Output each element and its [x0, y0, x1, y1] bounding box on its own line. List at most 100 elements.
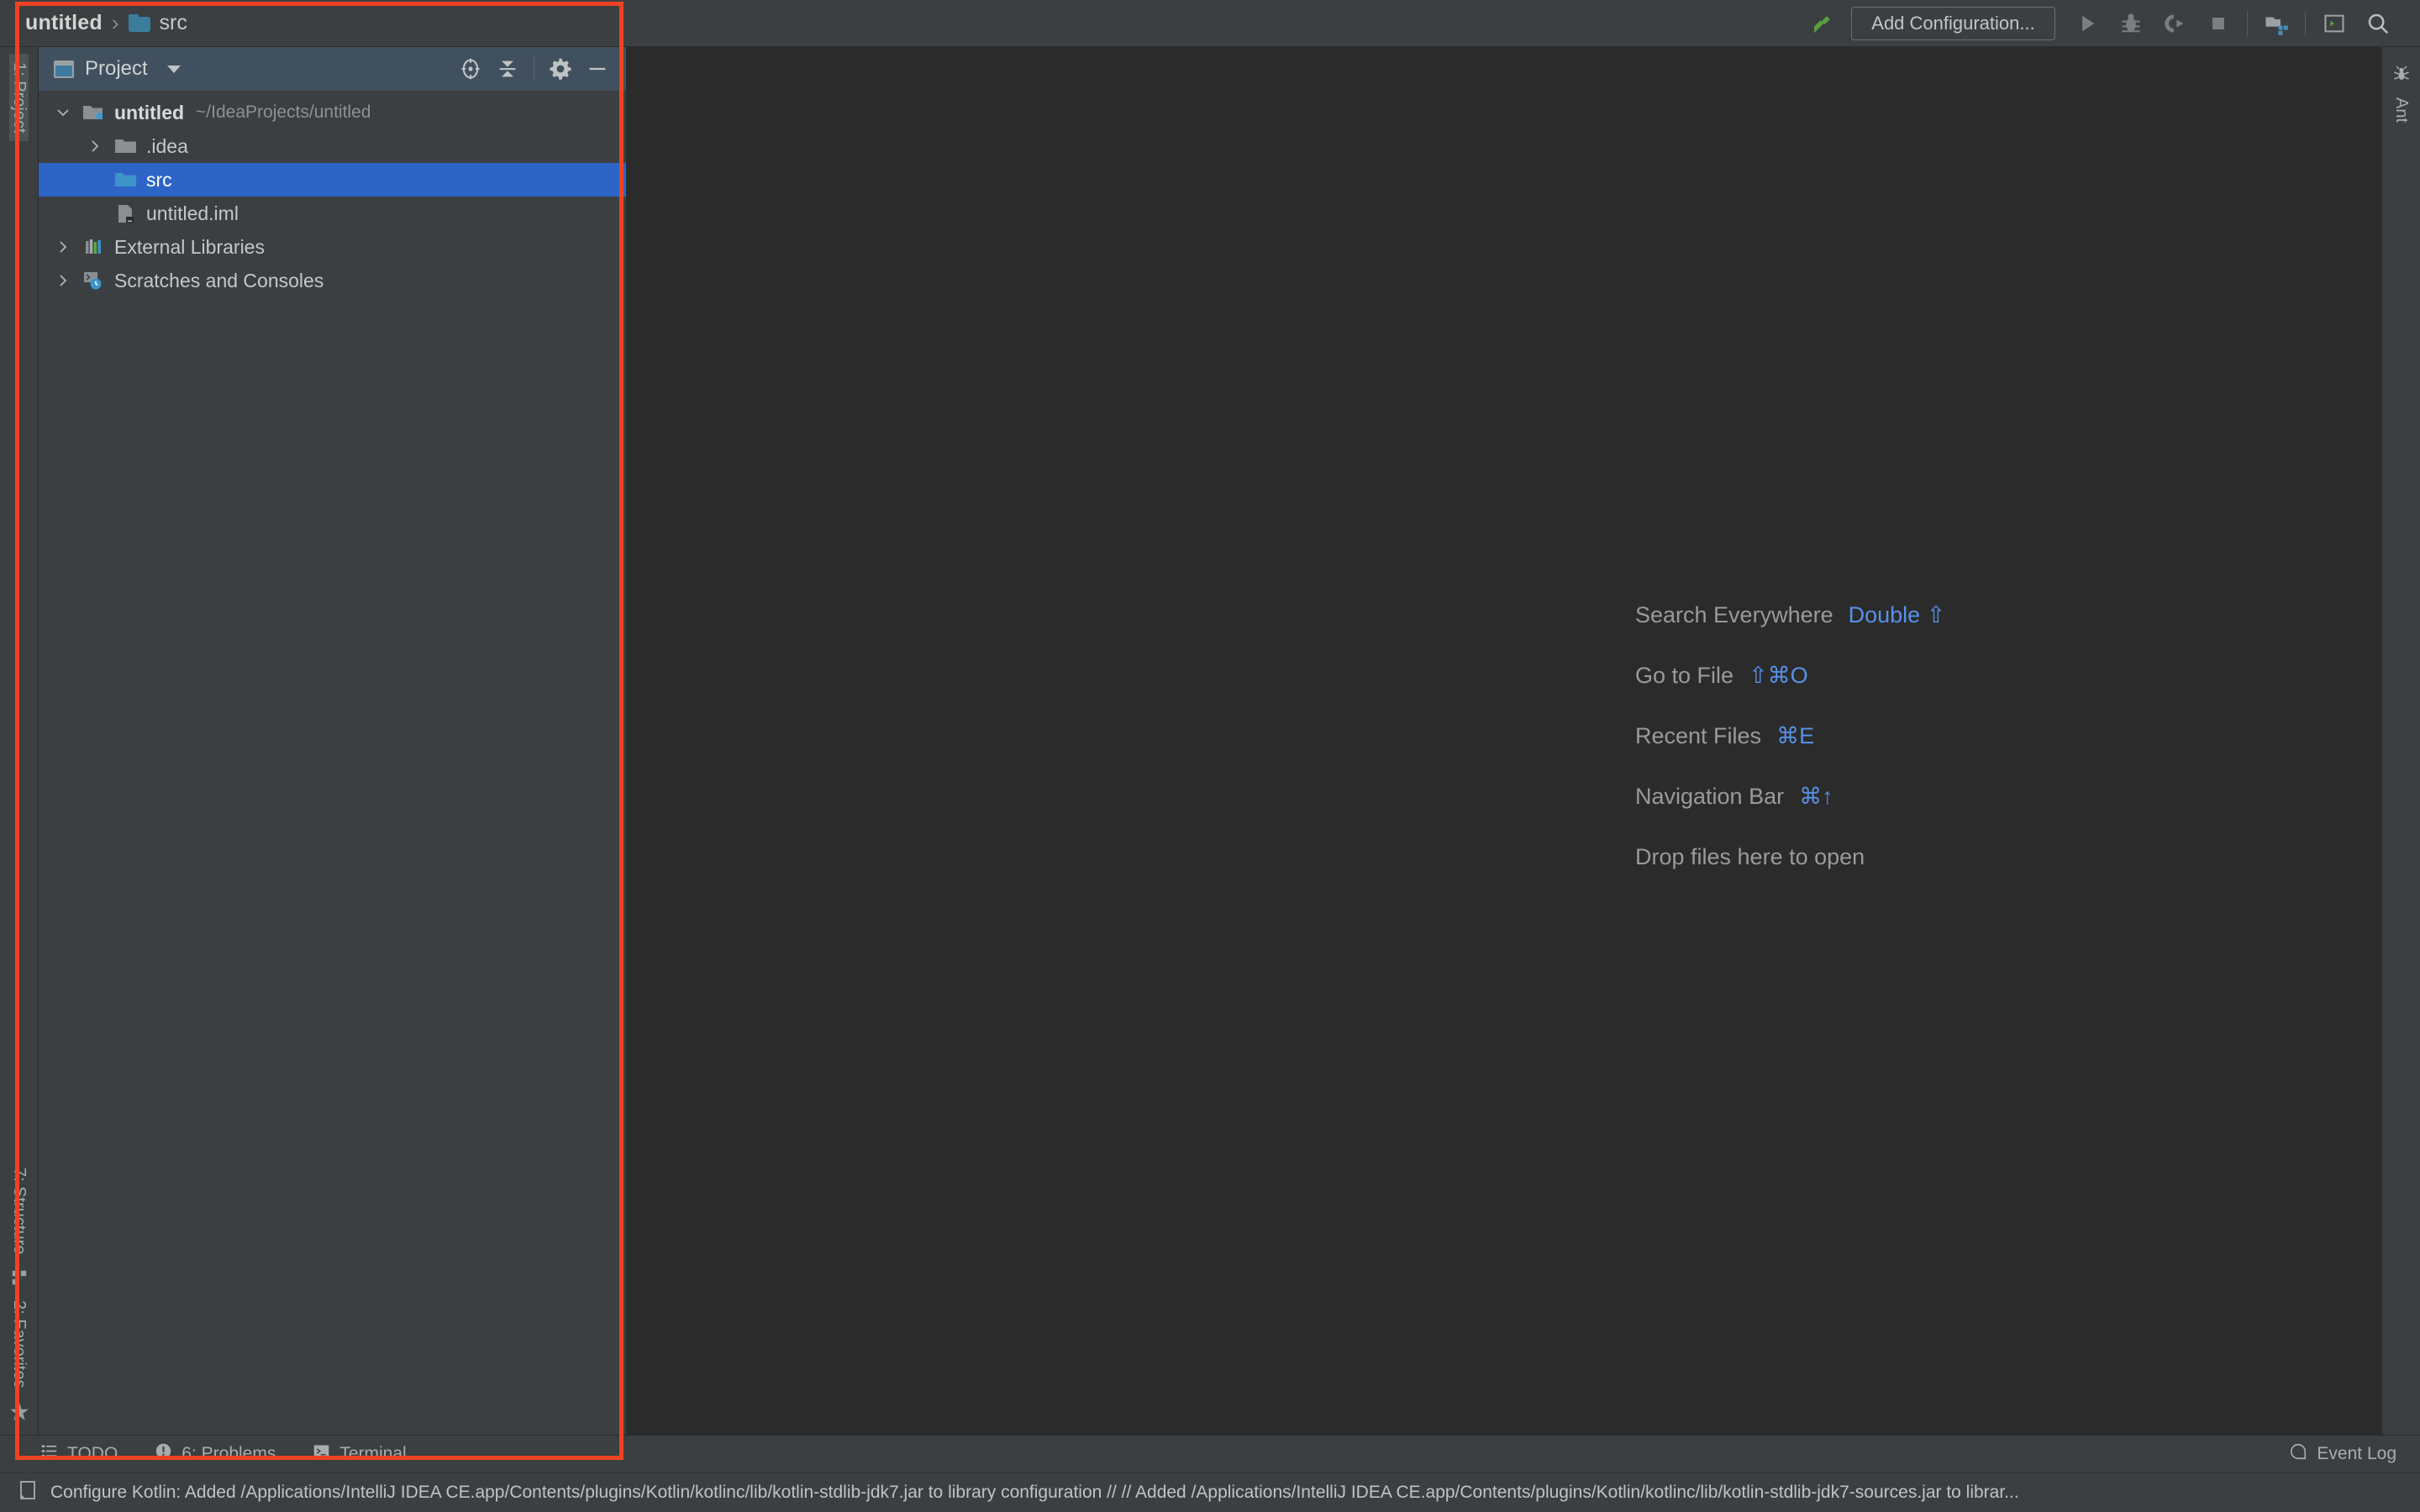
status-bar: Configure Kotlin: Added /Applications/In…	[0, 1472, 2420, 1512]
project-panel-title: Project	[85, 57, 148, 80]
hint-search-everywhere: Search Everywhere Double ⇧	[1635, 585, 1945, 645]
ant-icon	[2391, 59, 2412, 89]
project-panel-title-group[interactable]: Project	[54, 57, 181, 81]
hint-key-recent-files: ⌘E	[1776, 722, 1815, 748]
hint-recent-files: Recent Files ⌘E	[1635, 706, 1945, 766]
status-message: Configure Kotlin: Added /Applications/In…	[50, 1482, 2019, 1502]
bottom-bar-right: Event Log	[2289, 1442, 2420, 1466]
chevron-down-icon[interactable]	[166, 65, 181, 73]
hint-label-recent-files: Recent Files	[1635, 722, 1762, 748]
scratches-icon	[79, 270, 108, 291]
chevron-down-icon[interactable]	[47, 104, 79, 121]
terminal-icon	[313, 1442, 330, 1465]
project-panel-header: Project	[39, 47, 626, 91]
left-rail-top-group: 1: Project	[0, 54, 38, 142]
bottom-item-todo-label: TODO	[67, 1443, 118, 1463]
breadcrumb-project[interactable]: untitled	[25, 11, 103, 35]
project-tree[interactable]: untitled ~/IdeaProjects/untitled .idea s…	[39, 91, 626, 1435]
tree-row-untitled-iml[interactable]: untitled.iml	[39, 197, 626, 230]
top-toolbar: untitled › src Add Configuration...	[0, 0, 2420, 47]
chevron-right-icon-2[interactable]	[47, 239, 79, 255]
run-with-coverage-icon[interactable]	[2153, 0, 2196, 47]
search-icon[interactable]	[2356, 0, 2400, 47]
terminal-icon[interactable]	[2312, 0, 2356, 47]
event-log-balloon-icon	[2289, 1442, 2307, 1466]
folder-source-icon	[111, 171, 139, 189]
hint-label-search-everywhere: Search Everywhere	[1635, 601, 1833, 627]
iml-file-icon	[111, 203, 139, 224]
toolbar-divider-2	[2305, 10, 2306, 36]
tree-label-scratches-and-consoles: Scratches and Consoles	[114, 269, 324, 291]
project-window-icon	[54, 60, 74, 78]
project-module-icon	[79, 102, 108, 123]
structure-icon	[10, 1263, 29, 1292]
hint-key-go-to-file: ⇧⌘O	[1749, 662, 1808, 688]
collapse-all-icon[interactable]	[491, 52, 524, 86]
toolbar-actions: Add Configuration...	[1801, 0, 2420, 46]
left-tool-rail: 1: Project 7: Structure 2: Favorites	[0, 47, 39, 1435]
project-tool-window: Project untitled ~/IdeaProjects/untitled…	[39, 47, 627, 1435]
tree-label-external-libraries: External Libraries	[114, 235, 265, 258]
tree-row-scratches-and-consoles[interactable]: Scratches and Consoles	[39, 264, 626, 297]
tree-path-untitled: ~/IdeaProjects/untitled	[196, 102, 371, 122]
folder-icon	[128, 14, 150, 32]
tree-label-src: src	[146, 168, 172, 191]
rail-item-project[interactable]: 1: Project	[9, 54, 29, 142]
folder-grey-icon	[111, 137, 139, 155]
add-configuration-button[interactable]: Add Configuration...	[1851, 6, 2055, 40]
event-log-label: Event Log	[2317, 1443, 2396, 1463]
tree-label-untitled-iml: untitled.iml	[146, 202, 239, 224]
hint-go-to-file: Go to File ⇧⌘O	[1635, 645, 1945, 706]
todo-list-icon	[40, 1442, 58, 1465]
right-tool-rail: Ant	[2381, 47, 2420, 1435]
hint-label-go-to-file: Go to File	[1635, 662, 1734, 688]
locate-target-icon[interactable]	[454, 52, 487, 86]
toolbar-divider	[2247, 10, 2248, 36]
breadcrumb-leaf[interactable]: src	[160, 11, 187, 35]
rail-item-structure-label: 7: Structure	[10, 1168, 29, 1255]
bottom-item-terminal-label: Terminal	[339, 1443, 407, 1463]
intellij-window: untitled › src Add Configuration... 1: P…	[0, 0, 2420, 1512]
tree-row-src[interactable]: src	[39, 163, 626, 197]
run-icon[interactable]	[2065, 0, 2109, 47]
hint-navigation-bar: Navigation Bar ⌘↑	[1635, 766, 1945, 827]
rail-item-project-label: 1: Project	[10, 62, 29, 134]
tree-row-external-libraries[interactable]: External Libraries	[39, 230, 626, 264]
main-area: 1: Project 7: Structure 2: Favorites Pro…	[0, 47, 2420, 1435]
hint-label-navigation-bar: Navigation Bar	[1635, 783, 1785, 809]
rail-item-favorites[interactable]: 2: Favorites	[9, 1292, 29, 1396]
hint-drop-files: Drop files here to open	[1635, 827, 1945, 887]
tree-row-idea[interactable]: .idea	[39, 129, 626, 163]
breadcrumb: untitled › src	[0, 0, 187, 46]
left-rail-bottom-group: 7: Structure 2: Favorites	[0, 1159, 38, 1428]
libraries-icon	[79, 238, 108, 256]
project-panel-toolbar	[454, 52, 614, 86]
hint-key-navigation-bar: ⌘↑	[1799, 783, 1833, 809]
project-structure-icon[interactable]	[2254, 0, 2298, 47]
debug-icon[interactable]	[2109, 0, 2153, 47]
tree-row-untitled[interactable]: untitled ~/IdeaProjects/untitled	[39, 96, 626, 129]
problems-warning-icon	[155, 1442, 172, 1465]
stop-icon[interactable]	[2196, 0, 2240, 47]
status-note-icon[interactable]	[18, 1480, 37, 1504]
editor-empty-area[interactable]: Search Everywhere Double ⇧ Go to File ⇧⌘…	[627, 47, 2381, 1435]
rail-item-structure[interactable]: 7: Structure	[9, 1159, 29, 1263]
chevron-right-icon-3[interactable]	[47, 272, 79, 289]
favorites-star-icon	[8, 1396, 30, 1428]
breadcrumb-separator-icon: ›	[111, 10, 119, 35]
bottom-item-terminal[interactable]: Terminal	[313, 1442, 407, 1465]
bottom-tool-bar: TODO 6: Problems Terminal Event Log	[0, 1435, 2420, 1472]
tree-label-idea: .idea	[146, 134, 188, 157]
bottom-item-problems-label: 6: Problems	[182, 1443, 276, 1463]
rail-item-ant-label: Ant	[2392, 97, 2411, 123]
bottom-item-problems[interactable]: 6: Problems	[155, 1442, 276, 1465]
editor-hints: Search Everywhere Double ⇧ Go to File ⇧⌘…	[1635, 585, 1945, 887]
build-hammer-icon[interactable]	[1801, 0, 1844, 47]
minimize-icon[interactable]	[581, 52, 614, 86]
gear-icon[interactable]	[544, 52, 577, 86]
rail-item-ant[interactable]: Ant	[2391, 89, 2411, 131]
chevron-right-icon[interactable]	[79, 138, 111, 155]
event-log-button[interactable]: Event Log	[2289, 1442, 2396, 1466]
bottom-item-todo[interactable]: TODO	[40, 1442, 118, 1465]
hint-label-drop-files: Drop files here to open	[1635, 843, 1865, 869]
